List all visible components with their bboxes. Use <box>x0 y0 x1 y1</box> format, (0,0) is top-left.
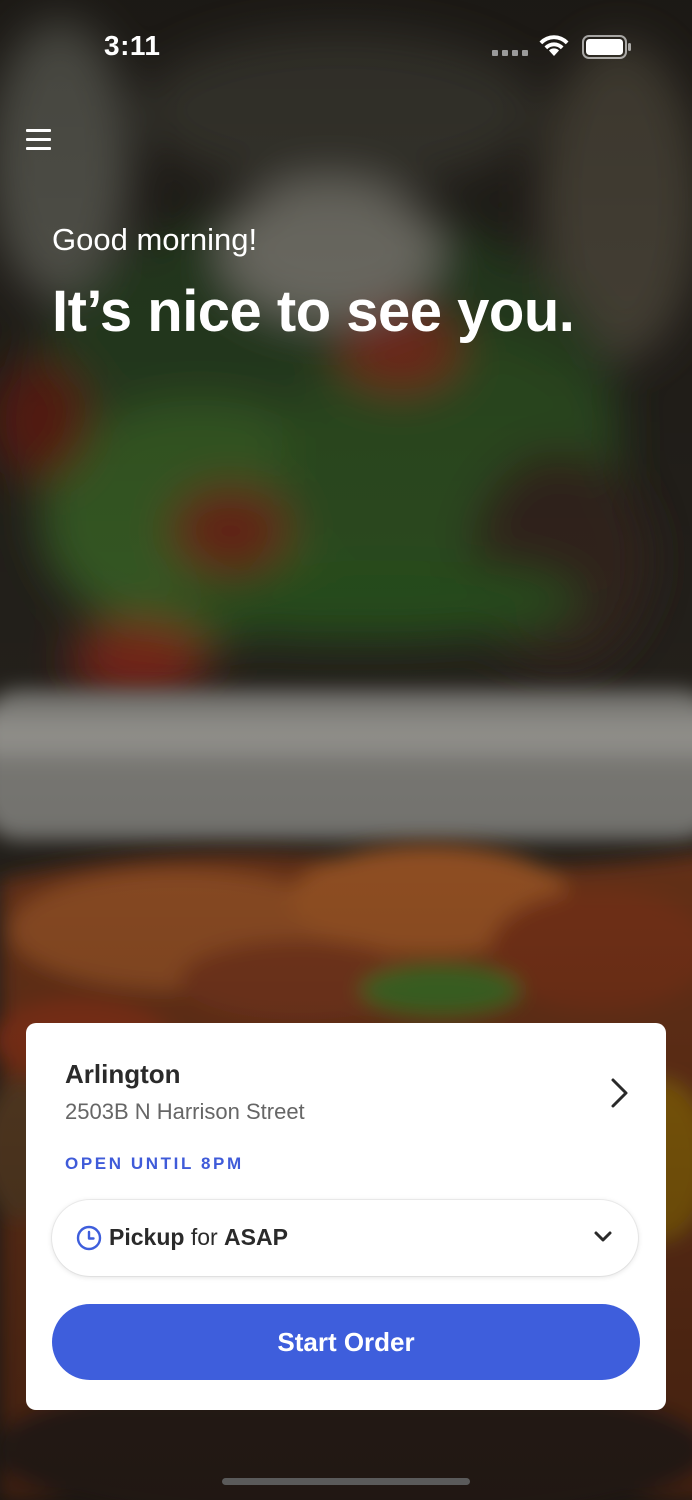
location-card: Arlington 2503B N Harrison Street OPEN U… <box>26 1023 666 1410</box>
pickup-label: Pickup for ASAP <box>109 1224 288 1251</box>
status-time: 3:11 <box>104 30 161 61</box>
chevron-right-icon[interactable] <box>604 1075 634 1111</box>
status-bar: 3:11 <box>0 0 692 90</box>
location-name[interactable]: Arlington <box>65 1059 181 1090</box>
location-address[interactable]: 2503B N Harrison Street <box>65 1099 305 1125</box>
greeting-text: Good morning! <box>52 222 258 257</box>
hamburger-menu-icon[interactable] <box>22 122 58 156</box>
home-indicator[interactable] <box>222 1478 470 1485</box>
order-time: ASAP <box>224 1224 288 1250</box>
menu-line <box>26 146 51 150</box>
order-type: Pickup <box>109 1224 185 1250</box>
clock-icon <box>76 1225 102 1251</box>
menu-line <box>26 128 51 132</box>
battery-icon <box>582 35 631 59</box>
headline-text: It’s nice to see you. <box>52 279 575 344</box>
wifi-icon <box>539 35 569 56</box>
hours-status: OPEN UNTIL 8PM <box>65 1154 244 1173</box>
order-for: for <box>190 1224 218 1250</box>
menu-line <box>26 137 51 141</box>
start-order-button[interactable]: Start Order <box>52 1304 640 1380</box>
cellular-signal-icon <box>492 50 528 56</box>
chevron-down-icon <box>594 1231 612 1242</box>
pickup-time-select[interactable]: Pickup for ASAP <box>52 1200 638 1276</box>
